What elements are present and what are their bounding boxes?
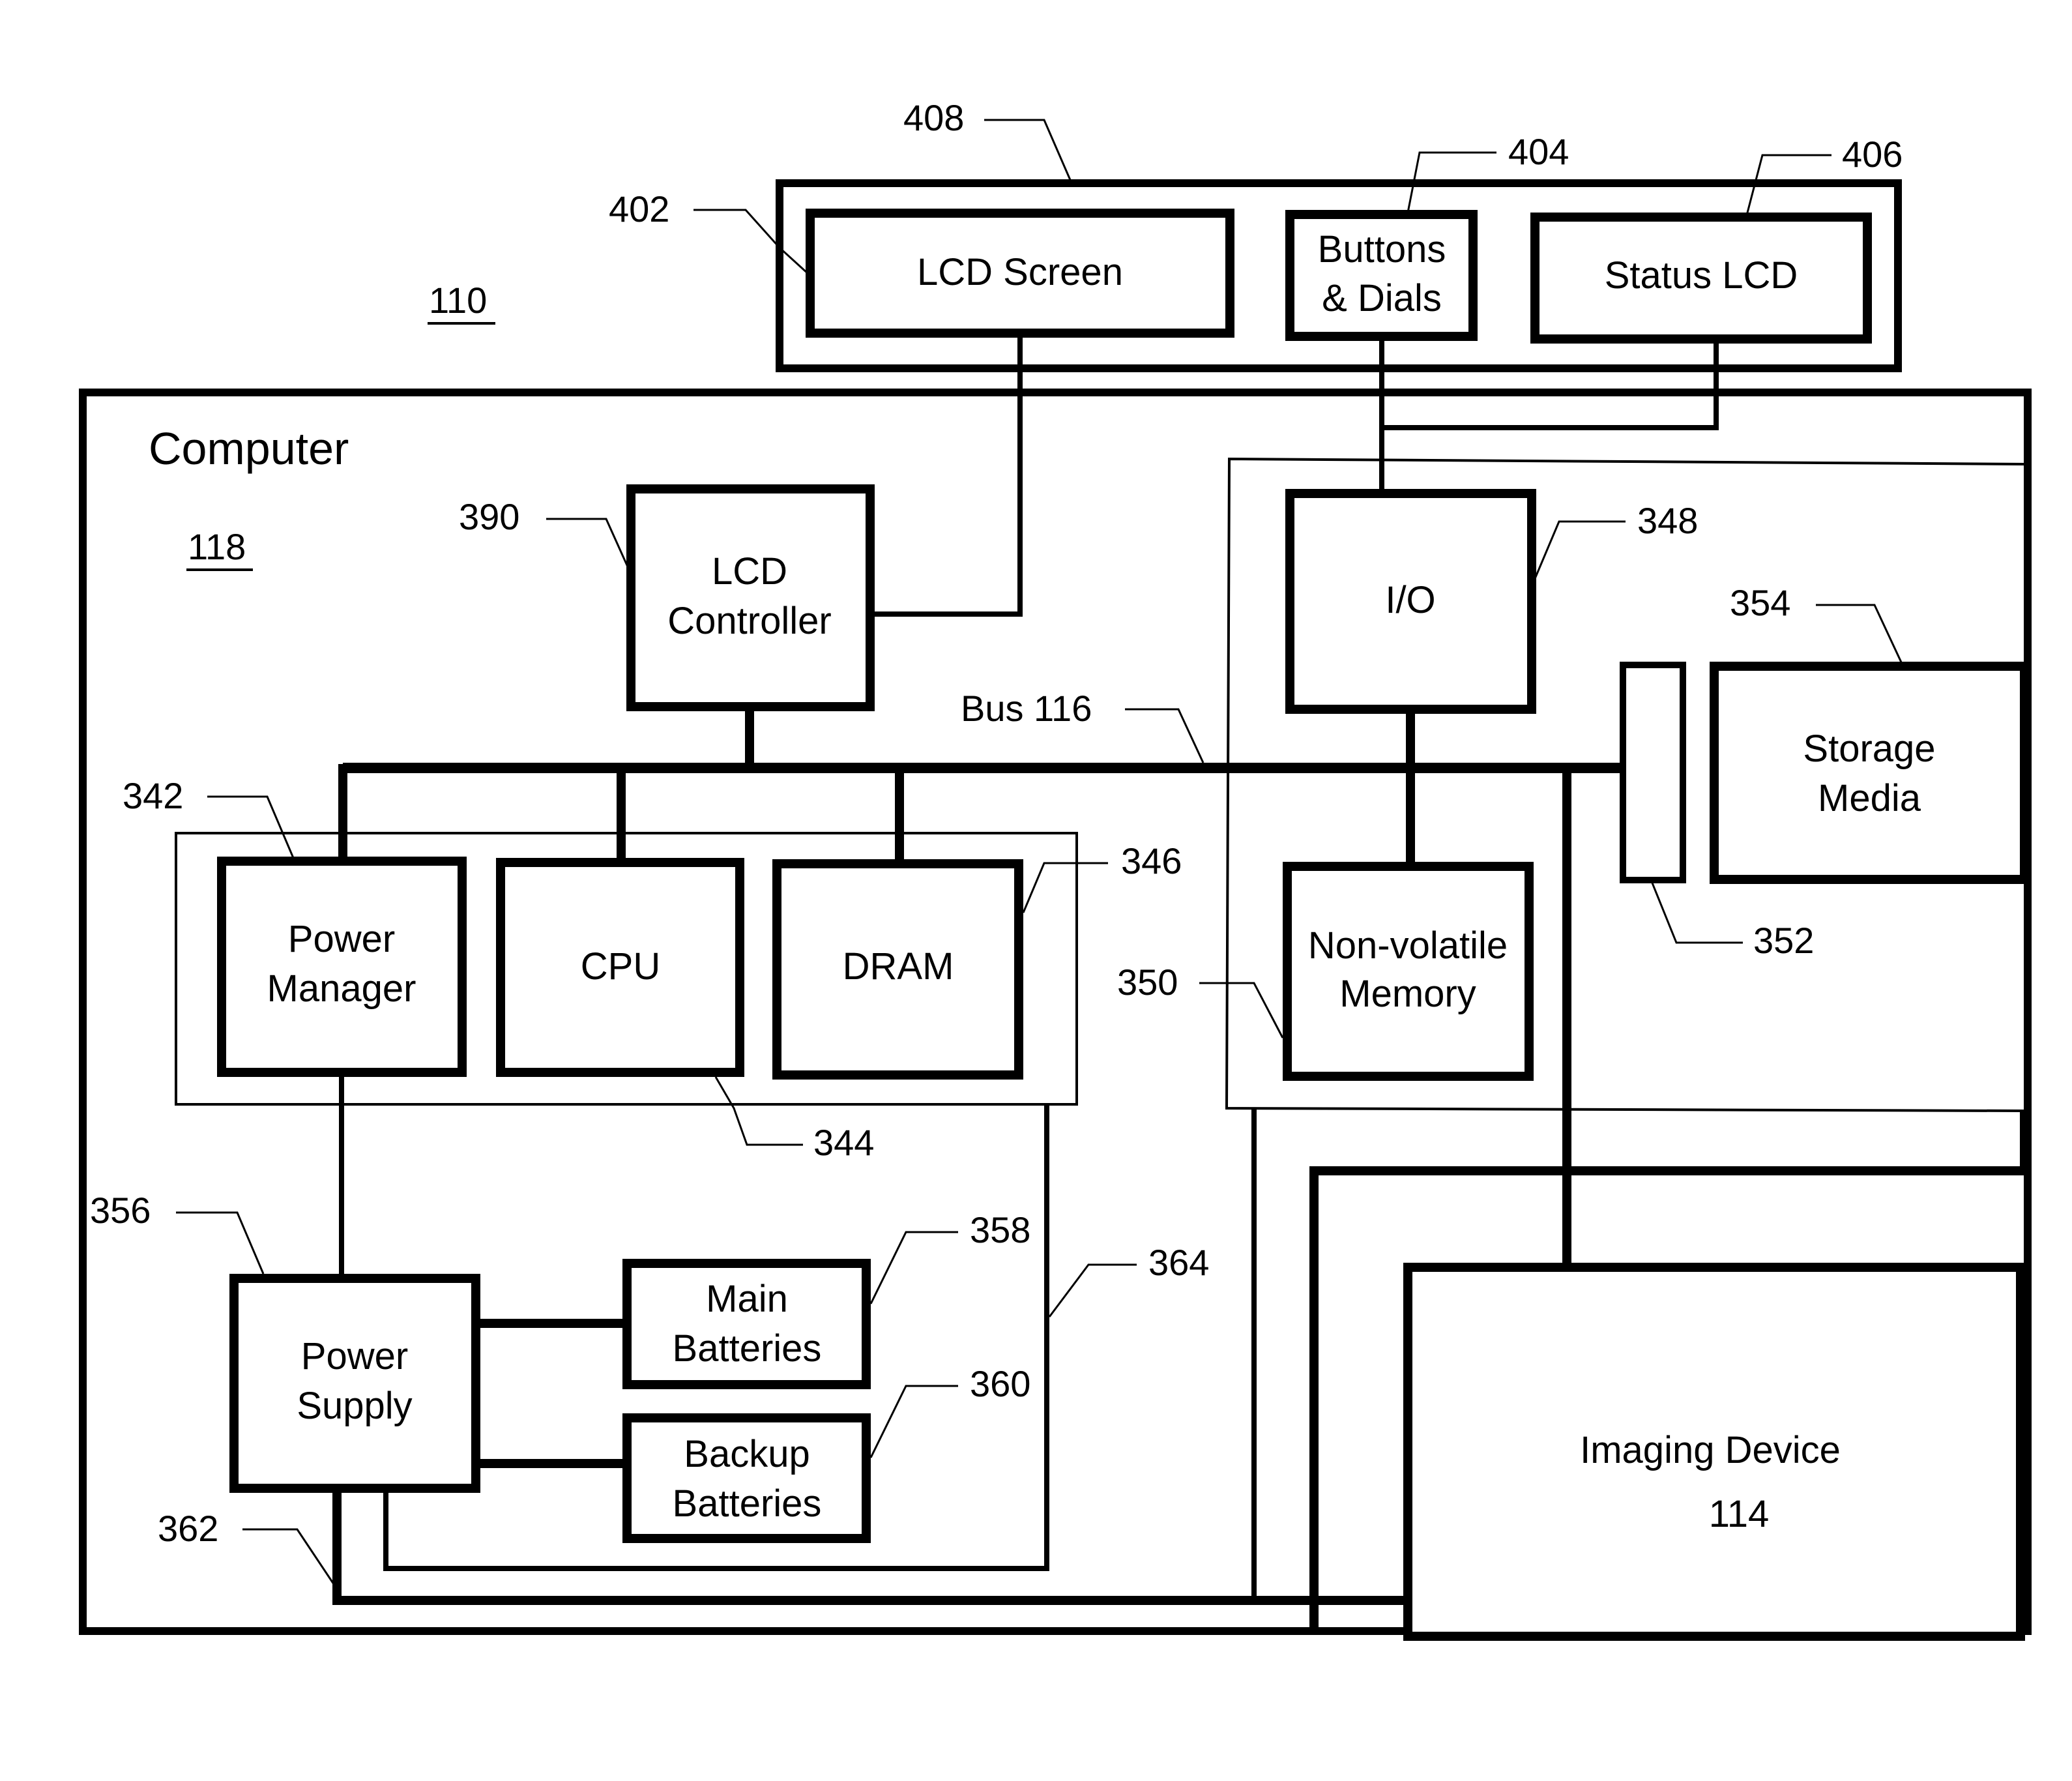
lcd-screen-leader [693,209,810,275]
power-supply-leader [176,1211,265,1274]
main-batteries-ref: 358 [970,1209,1030,1250]
bus-leader [1125,708,1204,763]
computer-block-diagram: 110 408 LCD Screen 402 Buttons & Dials 4… [79,97,2032,1641]
lcd-controller-leader [546,518,631,572]
backup-batteries-label-line1: Backup [684,1433,810,1475]
ui-panel-leader [984,119,1072,181]
power-line-362-leader [242,1528,335,1585]
storage-connector-ref: 352 [1753,920,1814,961]
status-lcd-ref: 406 [1842,134,1903,175]
processor-group-ref: 344 [813,1122,874,1163]
dram-ref: 346 [1121,840,1182,881]
power-supply-label-line1: Power [301,1335,408,1377]
main-batteries-label-line2: Batteries [673,1327,822,1370]
lcd-controller-label-line1: LCD [712,550,787,593]
power-supply-ref: 356 [90,1190,151,1231]
storage-connector-block [1620,662,1686,883]
main-batteries-leader [869,1231,958,1304]
nonvolatile-memory-ref: 350 [1117,962,1178,1003]
computer-ref: 118 [188,526,246,567]
dram-label: DRAM [843,945,954,988]
storage-media-leader [1816,604,1903,664]
storage-media-label-line1: Storage [1803,728,1935,770]
dram-leader [1022,862,1108,913]
buttons-dials-ref: 404 [1508,131,1569,172]
power-line-362 [332,1488,1407,1605]
lcd-screen-label: LCD Screen [917,251,1123,293]
system-ref-label: 110 [429,280,487,321]
backup-batteries-label-line2: Batteries [673,1482,822,1525]
io-ref: 348 [1637,500,1698,541]
lcd-controller-block [626,484,875,711]
power-supply-block [229,1274,480,1493]
nonvolatile-memory-leader [1199,982,1284,1038]
imaging-device-ref: 114 [1709,1493,1769,1535]
storage-connector-leader [1650,881,1743,944]
storage-media-block [1710,662,2029,884]
processor-group-leader [714,1076,803,1146]
buttons-dials-label-line2: & Dials [1322,277,1442,319]
nonvolatile-memory-label-line2: Memory [1339,973,1476,1015]
ui-panel-ref: 408 [903,97,964,138]
imaging-device-label: Imaging Device [1580,1429,1841,1471]
io-label: I/O [1385,579,1435,621]
power-line-364-ref: 364 [1148,1242,1209,1283]
backup-batteries-leader [869,1385,958,1458]
main-batteries-label-line1: Main [706,1278,788,1320]
storage-media-label-line2: Media [1818,777,1921,819]
power-manager-label-line2: Manager [267,967,416,1010]
status-lcd-label: Status LCD [1605,254,1798,297]
nonvolatile-memory-block [1283,862,1534,1081]
backup-batteries-ref: 360 [970,1363,1030,1404]
lcd-controller-ref: 390 [459,496,519,537]
cpu-label: CPU [581,945,660,988]
io-leader [1533,520,1626,581]
power-line-364-leader [1048,1263,1137,1317]
power-manager-label-line1: Power [288,918,395,960]
lcd-screen-ref: 402 [609,188,669,229]
power-manager-ref: 342 [123,775,183,816]
lcd-controller-label-line2: Controller [667,600,831,642]
storage-media-ref: 354 [1730,582,1790,623]
wire-status-lcd-to-io [1382,339,1719,430]
bus-label: Bus 116 [961,688,1092,729]
power-manager-block [217,857,467,1077]
wire-lcd-screen-to-controller [871,333,1023,617]
computer-title: Computer [149,423,349,474]
power-manager-leader [207,795,295,859]
power-supply-label-line2: Supply [297,1385,412,1427]
buttons-dials-label-line1: Buttons [1318,228,1446,271]
nonvolatile-memory-label-line1: Non-volatile [1308,924,1508,967]
power-line-362-ref: 362 [158,1508,218,1549]
